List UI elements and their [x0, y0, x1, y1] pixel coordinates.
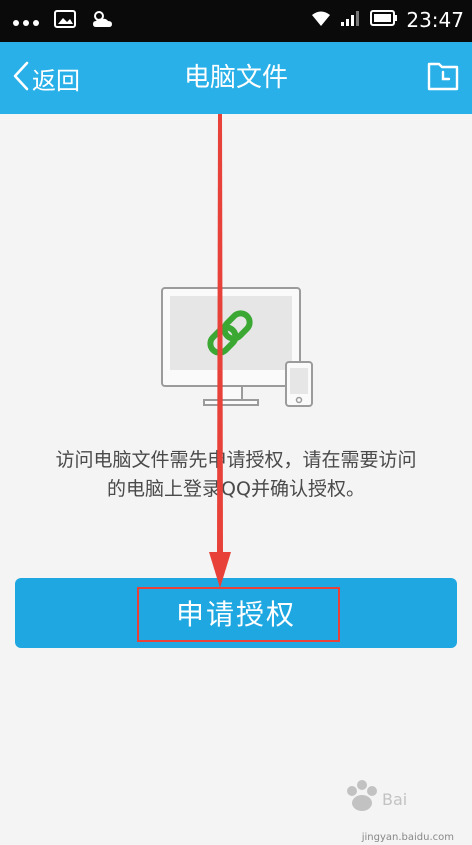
- back-label: 返回: [32, 66, 80, 95]
- content-area: 访问电脑文件需先申请授权，请在需要访问 的电脑上登录QQ并确认授权。 申请授权 …: [0, 114, 472, 845]
- paw-icon: [347, 780, 377, 811]
- status-bar: 23:47: [0, 0, 472, 42]
- image-icon: [54, 10, 76, 32]
- history-button[interactable]: [426, 58, 460, 96]
- chevron-left-icon: [12, 60, 30, 96]
- app-header: 返回 电脑文件: [0, 42, 472, 114]
- authorization-message: 访问电脑文件需先申请授权，请在需要访问 的电脑上登录QQ并确认授权。: [20, 446, 452, 504]
- watermark-text: jingyan.baidu.com: [361, 832, 454, 843]
- pc-link-illustration: [160, 286, 320, 414]
- svg-text:Bai: Bai: [382, 790, 407, 809]
- back-button[interactable]: 返回: [12, 56, 80, 100]
- message-line-2: 的电脑上登录QQ并确认授权。: [107, 478, 365, 500]
- battery-icon: [370, 10, 398, 30]
- request-authorization-button[interactable]: 申请授权: [15, 578, 457, 648]
- status-time: 23:47: [406, 8, 464, 32]
- annotation-arrow: [205, 114, 235, 598]
- more-dots-icon: [12, 12, 40, 31]
- history-icon: [426, 62, 460, 96]
- baidu-watermark: Bai: [342, 777, 452, 831]
- wifi-icon: [310, 9, 332, 31]
- message-line-1: 访问电脑文件需先申请授权，请在需要访问: [55, 449, 417, 471]
- status-right: 23:47: [310, 8, 464, 32]
- weather-icon: [90, 8, 116, 34]
- signal-icon: [340, 9, 362, 31]
- status-left: [12, 8, 116, 34]
- mobile-phone-icon: [285, 361, 313, 407]
